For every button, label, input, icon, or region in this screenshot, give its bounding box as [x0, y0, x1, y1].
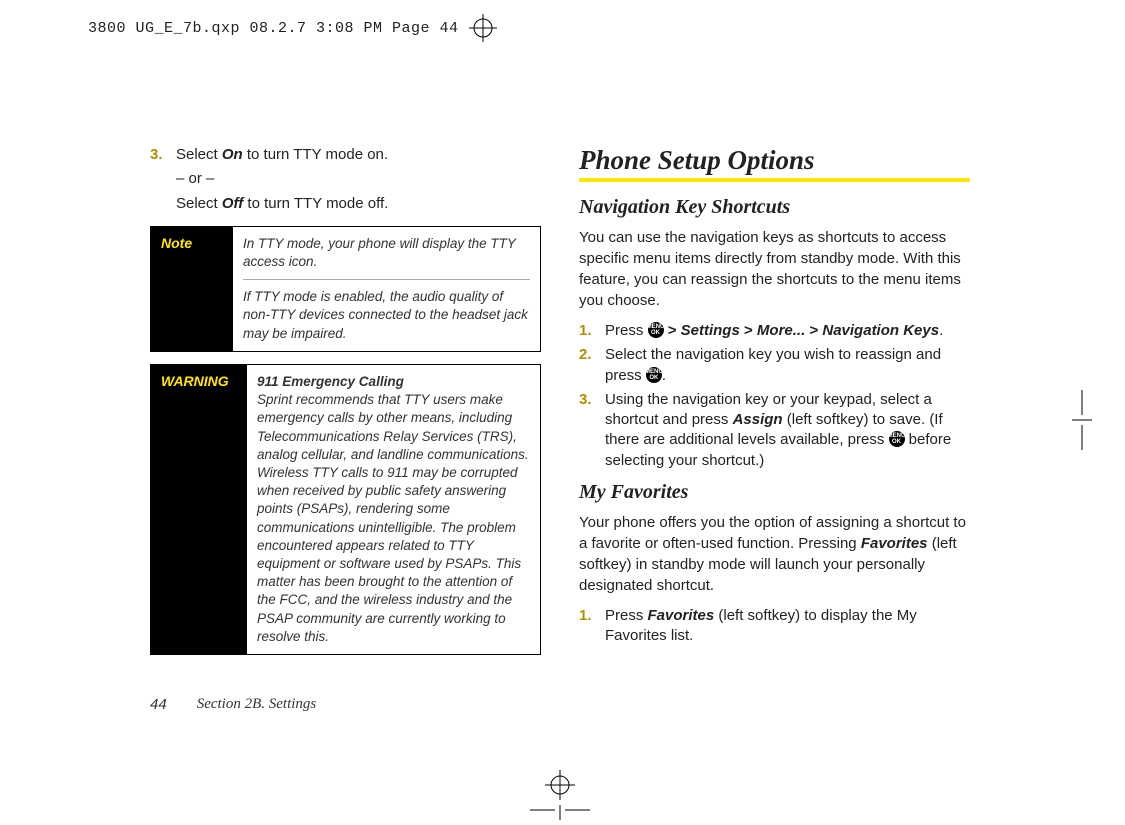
note-callout: Note In TTY mode, your phone will displa…: [150, 226, 541, 352]
step-number: 1.: [579, 606, 595, 647]
step-body: Using the navigation key or your keypad,…: [605, 390, 970, 471]
step-number: 1.: [579, 321, 595, 341]
warning-callout: WARNING 911 Emergency Calling Sprint rec…: [150, 364, 541, 655]
subheading-navigation-shortcuts: Navigation Key Shortcuts: [579, 196, 970, 219]
section-label: Section 2B. Settings: [197, 696, 317, 713]
menu-ok-icon: MENUOK: [646, 367, 662, 383]
tty-step-list: 3. Select On to turn TTY mode on. – or –…: [150, 145, 541, 214]
page-number: 44: [150, 696, 167, 713]
divider: [243, 279, 530, 280]
paragraph: Your phone offers you the option of assi…: [579, 512, 970, 596]
paragraph: You can use the navigation keys as short…: [579, 227, 970, 311]
step-body: Press Favorites (left softkey) to displa…: [605, 606, 970, 647]
warning-content: 911 Emergency Calling Sprint recommends …: [247, 365, 540, 654]
step-body: Select On to turn TTY mode on. – or – Se…: [176, 145, 541, 214]
note-label: Note: [151, 227, 233, 351]
subheading-my-favorites: My Favorites: [579, 481, 970, 504]
list-item: 3. Select On to turn TTY mode on. – or –…: [150, 145, 541, 214]
note-content: In TTY mode, your phone will display the…: [233, 227, 540, 351]
registration-mark-icon: [530, 770, 590, 820]
favorites-steps-list: 1. Press Favorites (left softkey) to dis…: [579, 606, 970, 647]
list-item: 3. Using the navigation key or your keyp…: [579, 390, 970, 471]
warning-label: WARNING: [151, 365, 247, 654]
menu-ok-icon: MENUOK: [889, 431, 905, 447]
nav-steps-list: 1. Press MENUOK > Settings > More... > N…: [579, 321, 970, 471]
right-column: Phone Setup Options Navigation Key Short…: [579, 145, 970, 685]
step-number: 3.: [579, 390, 595, 471]
section-heading: Phone Setup Options: [579, 145, 970, 176]
list-item: 1. Press MENUOK > Settings > More... > N…: [579, 321, 970, 341]
page-footer: 44 Section 2B. Settings: [150, 696, 316, 713]
registration-mark-icon: [1072, 390, 1122, 450]
list-item: 1. Press Favorites (left softkey) to dis…: [579, 606, 970, 647]
page-body: 3. Select On to turn TTY mode on. – or –…: [150, 145, 970, 685]
registration-mark-icon: [469, 14, 497, 42]
step-number: 2.: [579, 345, 595, 386]
menu-ok-icon: MENUOK: [648, 322, 664, 338]
step-body: Press MENUOK > Settings > More... > Navi…: [605, 321, 970, 341]
step-body: Select the navigation key you wish to re…: [605, 345, 970, 386]
left-column: 3. Select On to turn TTY mode on. – or –…: [150, 145, 541, 685]
list-item: 2. Select the navigation key you wish to…: [579, 345, 970, 386]
print-slug: 3800 UG_E_7b.qxp 08.2.7 3:08 PM Page 44: [88, 14, 497, 42]
slug-text: 3800 UG_E_7b.qxp 08.2.7 3:08 PM Page 44: [88, 20, 459, 37]
step-number: 3.: [150, 145, 166, 214]
heading-underline: [579, 178, 970, 182]
